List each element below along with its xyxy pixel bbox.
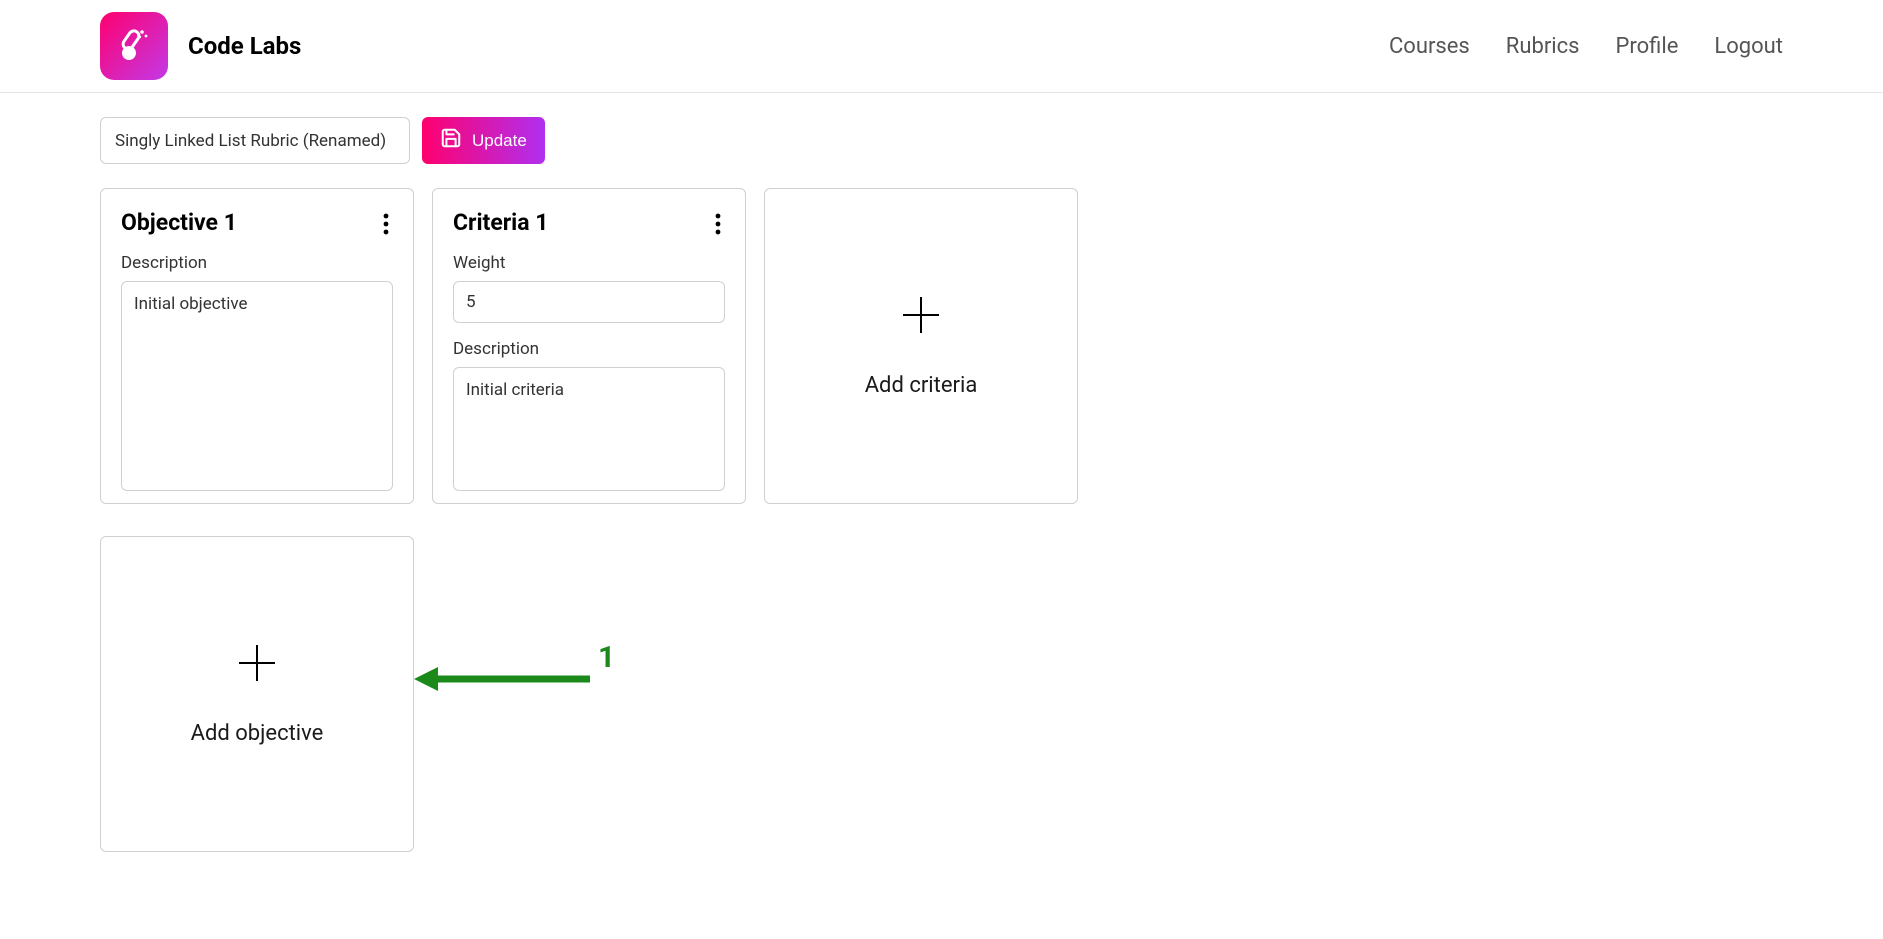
criteria-description-input[interactable]	[453, 367, 725, 491]
objective-title: Objective 1	[121, 209, 237, 236]
criteria-card: Criteria 1 Weight Description	[432, 188, 746, 504]
nav-logout[interactable]: Logout	[1714, 34, 1783, 59]
criteria-title: Criteria 1	[453, 209, 549, 236]
criteria-weight-label: Weight	[453, 253, 725, 273]
app-header: Code Labs Courses Rubrics Profile Logout	[0, 0, 1883, 93]
criteria-card-header: Criteria 1	[453, 209, 725, 243]
annotation-arrow: 1	[414, 640, 615, 717]
objective-card-header: Objective 1	[121, 209, 393, 243]
objective-description-input[interactable]	[121, 281, 393, 491]
criteria-weight-input[interactable]	[453, 281, 725, 323]
update-button-label: Update	[472, 131, 527, 151]
app-logo-icon	[100, 12, 168, 80]
brand[interactable]: Code Labs	[100, 12, 301, 80]
plus-icon	[237, 643, 277, 683]
annotation-number: 1	[598, 640, 615, 675]
add-criteria-card[interactable]: Add criteria	[764, 188, 1078, 504]
save-icon	[440, 127, 462, 154]
add-objective-row: Add objective 1	[100, 536, 1783, 852]
nav-profile[interactable]: Profile	[1616, 34, 1679, 59]
rubric-toolbar: Update	[100, 117, 1783, 164]
add-criteria-label: Add criteria	[865, 373, 978, 398]
nav-courses[interactable]: Courses	[1389, 34, 1470, 59]
update-button[interactable]: Update	[422, 117, 545, 164]
main-content: Update Objective 1 Description Criteria …	[0, 93, 1883, 908]
criteria-description-label: Description	[453, 339, 725, 359]
plus-icon	[901, 295, 941, 335]
add-objective-card[interactable]: Add objective	[100, 536, 414, 852]
main-nav: Courses Rubrics Profile Logout	[1389, 34, 1783, 59]
objective-card: Objective 1 Description	[100, 188, 414, 504]
add-objective-label: Add objective	[191, 721, 324, 746]
objective-row: Objective 1 Description Criteria 1	[100, 188, 1783, 504]
rubric-name-input[interactable]	[100, 117, 410, 164]
brand-name: Code Labs	[188, 32, 301, 60]
objective-description-label: Description	[121, 253, 393, 273]
objective-kebab-icon[interactable]	[379, 209, 393, 243]
criteria-kebab-icon[interactable]	[711, 209, 725, 243]
nav-rubrics[interactable]: Rubrics	[1506, 34, 1580, 59]
